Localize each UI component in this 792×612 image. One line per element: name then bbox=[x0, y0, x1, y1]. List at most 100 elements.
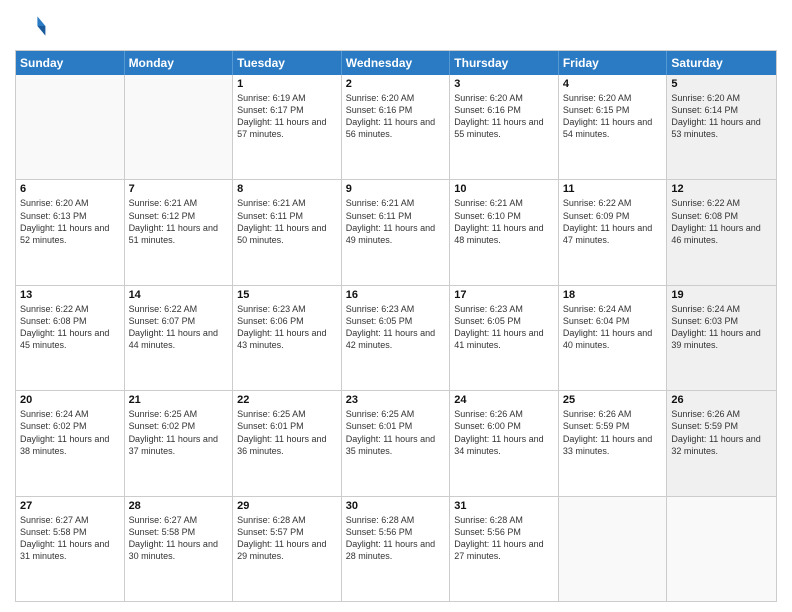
cell-info: Sunrise: 6:23 AM Sunset: 6:06 PM Dayligh… bbox=[237, 303, 337, 352]
cell-info: Sunrise: 6:20 AM Sunset: 6:15 PM Dayligh… bbox=[563, 92, 663, 141]
calendar-cell: 9 Sunrise: 6:21 AM Sunset: 6:11 PM Daylig… bbox=[342, 180, 451, 284]
calendar-cell: 26 Sunrise: 6:26 AM Sunset: 5:59 PM Dayli… bbox=[667, 391, 776, 495]
calendar: SundayMondayTuesdayWednesdayThursdayFrid… bbox=[15, 50, 777, 602]
day-number: 4 bbox=[563, 78, 663, 90]
cell-info: Sunrise: 6:22 AM Sunset: 6:08 PM Dayligh… bbox=[20, 303, 120, 352]
calendar-cell: 12 Sunrise: 6:22 AM Sunset: 6:08 PM Dayli… bbox=[667, 180, 776, 284]
day-number: 28 bbox=[129, 500, 229, 512]
day-number: 6 bbox=[20, 183, 120, 195]
cell-info: Sunrise: 6:25 AM Sunset: 6:01 PM Dayligh… bbox=[346, 408, 446, 457]
cell-info: Sunrise: 6:20 AM Sunset: 6:14 PM Dayligh… bbox=[671, 92, 772, 141]
cell-info: Sunrise: 6:26 AM Sunset: 5:59 PM Dayligh… bbox=[563, 408, 663, 457]
header-day-sunday: Sunday bbox=[16, 51, 125, 75]
calendar-cell: 24Sunrise: 6:26 AM Sunset: 6:00 PM Dayli… bbox=[450, 391, 559, 495]
calendar-cell: 1 Sunrise: 6:19 AM Sunset: 6:17 PM Daylig… bbox=[233, 75, 342, 179]
calendar-header: SundayMondayTuesdayWednesdayThursdayFrid… bbox=[16, 51, 776, 75]
cell-info: Sunrise: 6:24 AM Sunset: 6:02 PM Dayligh… bbox=[20, 408, 120, 457]
cell-info: Sunrise: 6:20 AM Sunset: 6:16 PM Dayligh… bbox=[346, 92, 446, 141]
day-number: 2 bbox=[346, 78, 446, 90]
day-number: 31 bbox=[454, 500, 554, 512]
day-number: 30 bbox=[346, 500, 446, 512]
calendar-cell: 6 Sunrise: 6:20 AM Sunset: 6:13 PM Daylig… bbox=[16, 180, 125, 284]
day-number: 11 bbox=[563, 183, 663, 195]
cell-info: Sunrise: 6:20 AM Sunset: 6:13 PM Dayligh… bbox=[20, 197, 120, 246]
cell-info: Sunrise: 6:28 AM Sunset: 5:56 PM Dayligh… bbox=[346, 514, 446, 563]
calendar-row-4: 27Sunrise: 6:27 AM Sunset: 5:58 PM Dayli… bbox=[16, 496, 776, 601]
calendar-cell: 28 Sunrise: 6:27 AM Sunset: 5:58 PM Dayli… bbox=[125, 497, 234, 601]
cell-info: Sunrise: 6:25 AM Sunset: 6:02 PM Dayligh… bbox=[129, 408, 229, 457]
calendar-cell: 8 Sunrise: 6:21 AM Sunset: 6:11 PM Daylig… bbox=[233, 180, 342, 284]
day-number: 12 bbox=[671, 183, 772, 195]
calendar-cell: 16Sunrise: 6:23 AM Sunset: 6:05 PM Dayli… bbox=[342, 286, 451, 390]
calendar-cell bbox=[667, 497, 776, 601]
header bbox=[15, 10, 777, 42]
cell-info: Sunrise: 6:22 AM Sunset: 6:09 PM Dayligh… bbox=[563, 197, 663, 246]
day-number: 20 bbox=[20, 394, 120, 406]
calendar-body: 1 Sunrise: 6:19 AM Sunset: 6:17 PM Daylig… bbox=[16, 75, 776, 601]
calendar-cell: 23 Sunrise: 6:25 AM Sunset: 6:01 PM Dayli… bbox=[342, 391, 451, 495]
day-number: 5 bbox=[671, 78, 772, 90]
day-number: 9 bbox=[346, 183, 446, 195]
day-number: 29 bbox=[237, 500, 337, 512]
calendar-cell bbox=[125, 75, 234, 179]
cell-info: Sunrise: 6:22 AM Sunset: 6:08 PM Dayligh… bbox=[671, 197, 772, 246]
calendar-cell bbox=[559, 497, 668, 601]
cell-info: Sunrise: 6:28 AM Sunset: 5:57 PM Dayligh… bbox=[237, 514, 337, 563]
calendar-row-0: 1 Sunrise: 6:19 AM Sunset: 6:17 PM Daylig… bbox=[16, 75, 776, 179]
cell-info: Sunrise: 6:21 AM Sunset: 6:11 PM Dayligh… bbox=[346, 197, 446, 246]
cell-info: Sunrise: 6:23 AM Sunset: 6:05 PM Dayligh… bbox=[454, 303, 554, 352]
day-number: 14 bbox=[129, 289, 229, 301]
cell-info: Sunrise: 6:27 AM Sunset: 5:58 PM Dayligh… bbox=[129, 514, 229, 563]
header-day-wednesday: Wednesday bbox=[342, 51, 451, 75]
calendar-cell: 19 Sunrise: 6:24 AM Sunset: 6:03 PM Dayli… bbox=[667, 286, 776, 390]
cell-info: Sunrise: 6:19 AM Sunset: 6:17 PM Dayligh… bbox=[237, 92, 337, 141]
calendar-cell: 20 Sunrise: 6:24 AM Sunset: 6:02 PM Dayli… bbox=[16, 391, 125, 495]
calendar-cell: 30 Sunrise: 6:28 AM Sunset: 5:56 PM Dayli… bbox=[342, 497, 451, 601]
day-number: 3 bbox=[454, 78, 554, 90]
header-day-tuesday: Tuesday bbox=[233, 51, 342, 75]
day-number: 21 bbox=[129, 394, 229, 406]
cell-info: Sunrise: 6:27 AM Sunset: 5:58 PM Dayligh… bbox=[20, 514, 120, 563]
calendar-cell: 3 Sunrise: 6:20 AM Sunset: 6:16 PM Daylig… bbox=[450, 75, 559, 179]
calendar-cell: 29 Sunrise: 6:28 AM Sunset: 5:57 PM Dayli… bbox=[233, 497, 342, 601]
calendar-cell: 25 Sunrise: 6:26 AM Sunset: 5:59 PM Dayli… bbox=[559, 391, 668, 495]
calendar-cell: 17 Sunrise: 6:23 AM Sunset: 6:05 PM Dayli… bbox=[450, 286, 559, 390]
calendar-cell: 21 Sunrise: 6:25 AM Sunset: 6:02 PM Dayli… bbox=[125, 391, 234, 495]
cell-info: Sunrise: 6:21 AM Sunset: 6:10 PM Dayligh… bbox=[454, 197, 554, 246]
day-number: 1 bbox=[237, 78, 337, 90]
cell-info: Sunrise: 6:28 AM Sunset: 5:56 PM Dayligh… bbox=[454, 514, 554, 563]
cell-info: Sunrise: 6:24 AM Sunset: 6:03 PM Dayligh… bbox=[671, 303, 772, 352]
day-number: 19 bbox=[671, 289, 772, 301]
day-number: 24 bbox=[454, 394, 554, 406]
calendar-cell: 13Sunrise: 6:22 AM Sunset: 6:08 PM Dayli… bbox=[16, 286, 125, 390]
day-number: 26 bbox=[671, 394, 772, 406]
cell-info: Sunrise: 6:25 AM Sunset: 6:01 PM Dayligh… bbox=[237, 408, 337, 457]
day-number: 23 bbox=[346, 394, 446, 406]
calendar-cell: 4 Sunrise: 6:20 AM Sunset: 6:15 PM Daylig… bbox=[559, 75, 668, 179]
header-day-saturday: Saturday bbox=[667, 51, 776, 75]
calendar-cell: 11 Sunrise: 6:22 AM Sunset: 6:09 PM Dayli… bbox=[559, 180, 668, 284]
cell-info: Sunrise: 6:21 AM Sunset: 6:12 PM Dayligh… bbox=[129, 197, 229, 246]
header-day-monday: Monday bbox=[125, 51, 234, 75]
cell-info: Sunrise: 6:21 AM Sunset: 6:11 PM Dayligh… bbox=[237, 197, 337, 246]
day-number: 10 bbox=[454, 183, 554, 195]
calendar-row-1: 6 Sunrise: 6:20 AM Sunset: 6:13 PM Daylig… bbox=[16, 179, 776, 284]
calendar-cell: 22Sunrise: 6:25 AM Sunset: 6:01 PM Dayli… bbox=[233, 391, 342, 495]
cell-info: Sunrise: 6:20 AM Sunset: 6:16 PM Dayligh… bbox=[454, 92, 554, 141]
calendar-cell: 27Sunrise: 6:27 AM Sunset: 5:58 PM Dayli… bbox=[16, 497, 125, 601]
header-day-thursday: Thursday bbox=[450, 51, 559, 75]
cell-info: Sunrise: 6:24 AM Sunset: 6:04 PM Dayligh… bbox=[563, 303, 663, 352]
page: SundayMondayTuesdayWednesdayThursdayFrid… bbox=[0, 0, 792, 612]
calendar-cell: 15Sunrise: 6:23 AM Sunset: 6:06 PM Dayli… bbox=[233, 286, 342, 390]
day-number: 16 bbox=[346, 289, 446, 301]
cell-info: Sunrise: 6:22 AM Sunset: 6:07 PM Dayligh… bbox=[129, 303, 229, 352]
cell-info: Sunrise: 6:26 AM Sunset: 5:59 PM Dayligh… bbox=[671, 408, 772, 457]
calendar-cell: 2 Sunrise: 6:20 AM Sunset: 6:16 PM Daylig… bbox=[342, 75, 451, 179]
header-day-friday: Friday bbox=[559, 51, 668, 75]
calendar-cell: 10 Sunrise: 6:21 AM Sunset: 6:10 PM Dayli… bbox=[450, 180, 559, 284]
logo bbox=[15, 10, 51, 42]
calendar-cell: 5 Sunrise: 6:20 AM Sunset: 6:14 PM Daylig… bbox=[667, 75, 776, 179]
day-number: 25 bbox=[563, 394, 663, 406]
day-number: 17 bbox=[454, 289, 554, 301]
day-number: 8 bbox=[237, 183, 337, 195]
